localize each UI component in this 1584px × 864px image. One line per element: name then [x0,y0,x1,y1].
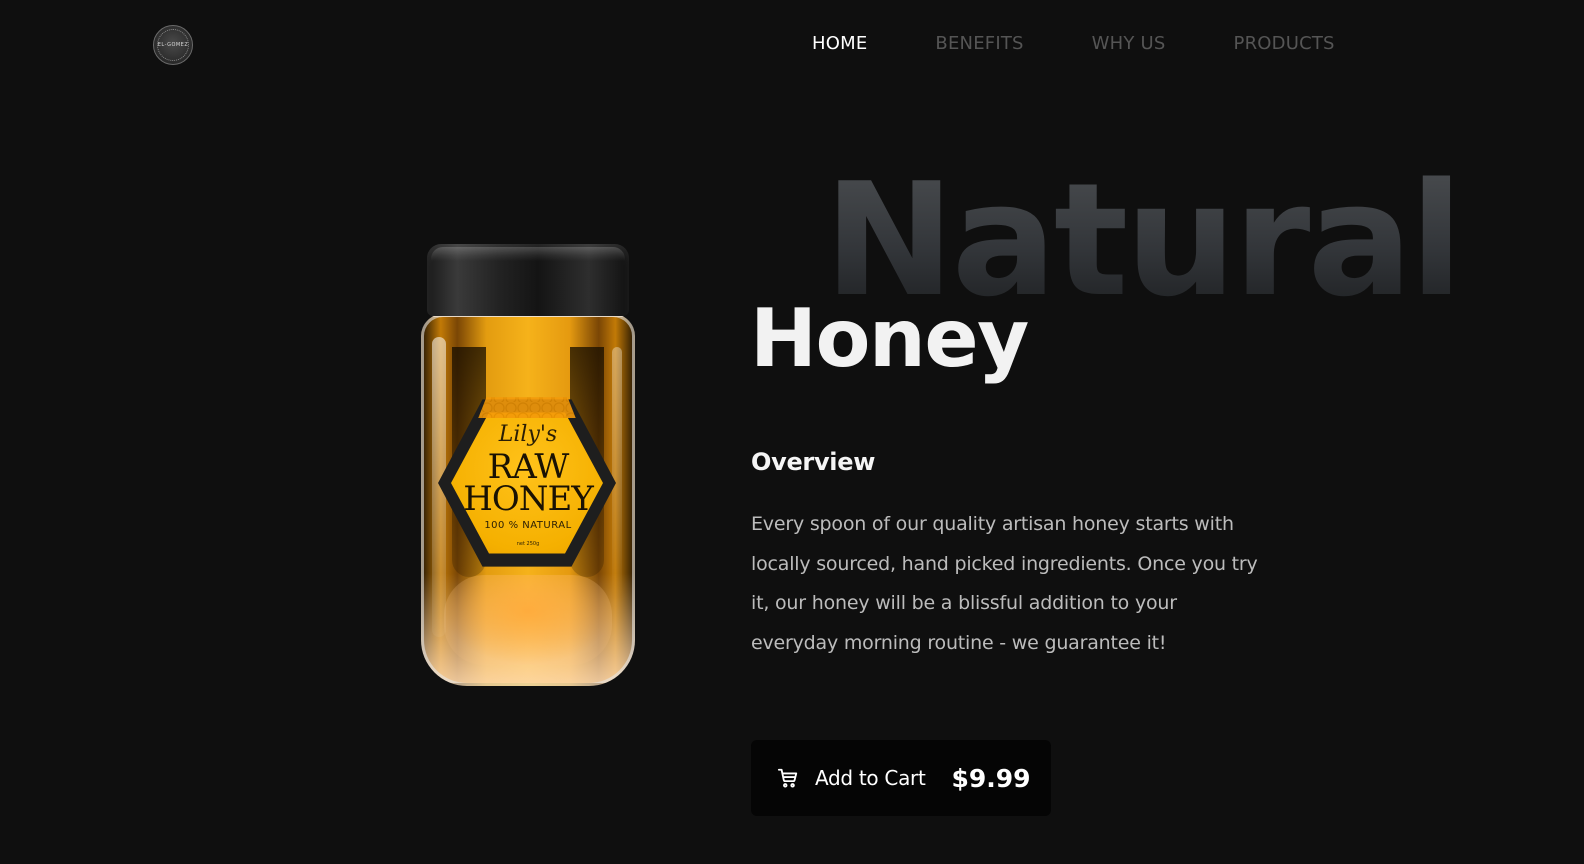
page-title: Honey [750,292,1029,385]
product-price: $9.99 [951,763,1031,793]
jar-label-brand: Lily's [498,422,558,447]
jar-lid [427,244,629,316]
nav-item-products[interactable]: PRODUCTS [1234,33,1335,55]
shopping-cart-icon [777,768,798,788]
jar-bottom-glow [444,575,612,665]
main-nav: HOME BENEFITS WHY US PRODUCTS [812,33,1335,55]
honey-jar-image: Lily's RAW HONEY 100 % NATURAL net 250g [421,244,635,688]
jar-label-tagline: 100 % NATURAL [484,520,572,531]
add-to-cart-label: Add to Cart [815,766,926,790]
jar-label-net-weight: net 250g [516,541,540,547]
nav-item-benefits[interactable]: BENEFITS [935,33,1023,55]
nav-item-why-us[interactable]: WHY US [1092,33,1166,55]
logo[interactable]: EL-GOMEZ [153,25,193,65]
add-to-cart-button[interactable]: Add to Cart $9.99 [751,740,1051,816]
nav-item-home[interactable]: HOME [812,33,867,55]
overview-heading: Overview [751,448,876,476]
overview-text: Every spoon of our quality artisan honey… [751,513,1258,654]
jar-label-line2: HONEY [463,479,594,519]
logo-text: EL-GOMEZ [157,42,189,48]
